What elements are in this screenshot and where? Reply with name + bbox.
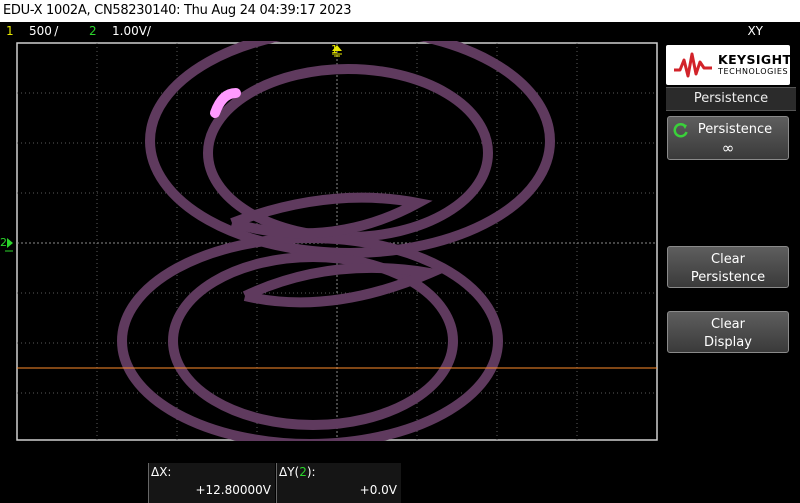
channel-2-indicator[interactable]: 2 (89, 22, 97, 41)
persistence-softkey[interactable]: Persistence ∞ (667, 116, 789, 160)
waveform-graticule: 1 2 (0, 41, 658, 441)
delta-x-label: ΔX: (151, 465, 172, 479)
keysight-wave-icon (674, 52, 712, 78)
window-title: EDU-X 1002A, CN58230140: Thu Aug 24 04:3… (0, 0, 800, 22)
logo-subtitle: TECHNOLOGIES (718, 67, 789, 76)
channel-2-marker[interactable]: 2 (0, 236, 13, 252)
clear-persistence-line2: Persistence (690, 270, 766, 285)
svg-text:2: 2 (0, 236, 7, 249)
waveform-display[interactable]: 1 2 (0, 41, 660, 441)
delta-y-readout: ΔY(2): +0.0V (276, 463, 401, 503)
delta-x-readout: ΔX: +12.80000V (148, 463, 275, 503)
logo-brand: KEYSIGHT (718, 52, 792, 67)
persistence-softkey-value: ∞ (721, 139, 735, 157)
clear-persistence-line1: Clear (711, 252, 745, 267)
channel-1-marker[interactable]: 1 (331, 43, 342, 57)
delta-y-value: +0.0V (359, 483, 397, 497)
clear-display-softkey[interactable]: Clear Display (667, 311, 789, 353)
lissajous-trace (117, 41, 555, 441)
delta-x-value: +12.80000V (195, 483, 271, 497)
channel-1-scale[interactable]: 500 / (29, 22, 58, 41)
display-mode-label: XY (747, 24, 763, 38)
rotate-knob-icon (673, 123, 688, 138)
measurement-bar: ΔX: +12.80000V ΔY(2): +0.0V (0, 441, 658, 503)
clear-persistence-softkey[interactable]: Clear Persistence (667, 246, 789, 288)
delta-y-label: ΔY(2): (279, 465, 316, 479)
clear-display-line1: Clear (711, 317, 745, 332)
channel-2-scale[interactable]: 1.00V/ (112, 22, 151, 41)
keysight-logo: KEYSIGHT TECHNOLOGIES (666, 45, 792, 85)
channel-status-bar: 1 500 / 2 1.00V/ XY (0, 22, 800, 41)
delta-y-channel: 2 (299, 465, 307, 479)
clear-display-line2: Display (704, 335, 752, 350)
channel-1-indicator[interactable]: 1 (6, 22, 14, 41)
softkey-panel: KEYSIGHT TECHNOLOGIES Persistence Persis… (658, 41, 800, 503)
menu-title: Persistence (666, 87, 796, 111)
